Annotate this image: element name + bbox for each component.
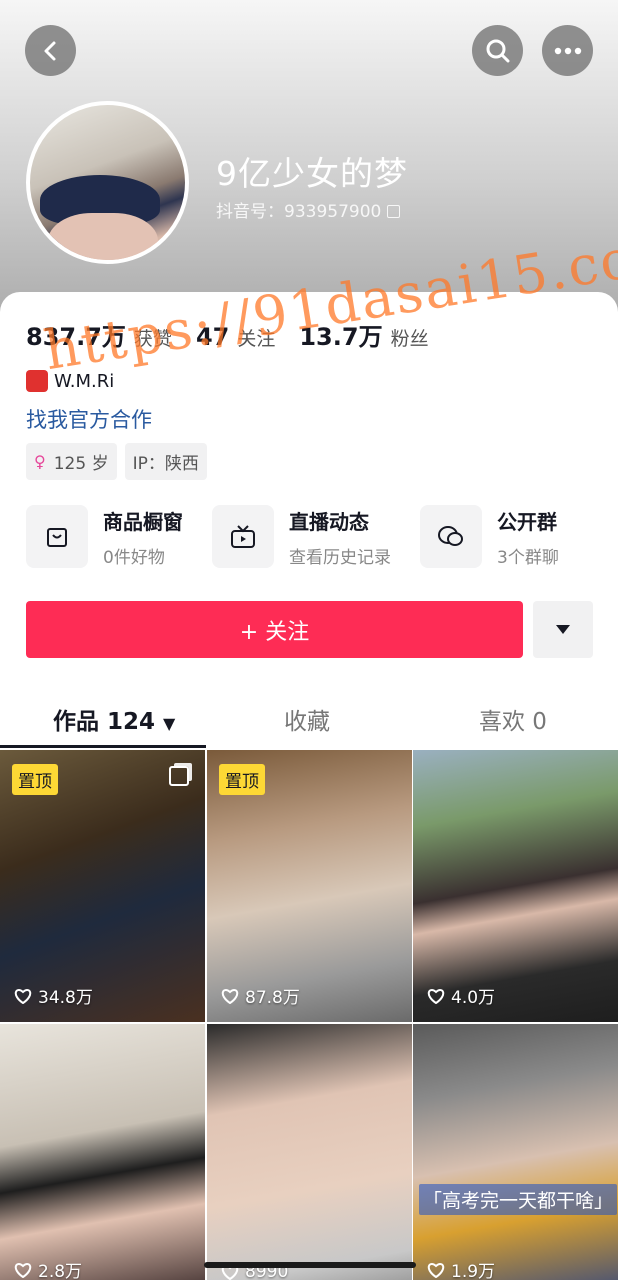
tv-icon xyxy=(212,505,274,568)
recommend-dropdown-button[interactable] xyxy=(533,601,593,658)
video-thumbnail[interactable]: 8990 xyxy=(207,1024,412,1280)
video-thumbnail[interactable]: 「高考完一天都干啥」 1.9万 xyxy=(413,1024,618,1280)
entry-live-title: 直播动态 xyxy=(289,509,369,534)
video-likes: 1.9万 xyxy=(427,1257,495,1280)
tab-favorites[interactable]: 收藏 xyxy=(284,702,330,736)
video-thumbnail[interactable]: 置顶 34.8万 xyxy=(0,750,205,1022)
heart-icon xyxy=(14,988,32,1004)
entry-shop-subtitle: 0件好物 xyxy=(103,547,165,568)
video-likes-count: 2.8万 xyxy=(38,1262,83,1280)
douyin-id[interactable]: 抖音号：933957900 xyxy=(216,197,401,222)
age-tag: ♀ 125 岁 xyxy=(26,443,117,480)
back-arrow-icon xyxy=(44,41,55,60)
copy-icon[interactable] xyxy=(387,205,401,218)
video-likes: 87.8万 xyxy=(221,983,300,1008)
age-text: 125 岁 xyxy=(53,454,109,474)
entry-shop-window[interactable]: 商品橱窗 0件好物 xyxy=(26,505,183,568)
video-likes-count: 34.8万 xyxy=(38,988,93,1008)
ip-tag: IP：陕西 xyxy=(124,443,207,480)
home-indicator[interactable] xyxy=(204,1262,416,1268)
entry-live[interactable]: 直播动态查看历史记录 xyxy=(212,505,391,568)
video-thumbnail[interactable]: 4.0万 xyxy=(413,750,618,1022)
entry-group-title: 公开群 xyxy=(497,509,557,534)
entry-public-group[interactable]: 公开群 3个群聊 xyxy=(420,505,559,568)
heart-icon xyxy=(427,988,445,1004)
entry-group-subtitle: 3个群聊 xyxy=(497,547,559,568)
signature-badge-icon xyxy=(26,370,48,392)
pinned-badge: 置顶 xyxy=(219,764,265,795)
avatar-photo-face xyxy=(48,213,158,260)
video-likes-count: 1.9万 xyxy=(451,1262,496,1280)
multi-image-icon xyxy=(169,766,189,786)
tab-works-label: 作品 124 xyxy=(53,709,156,735)
caret-down-icon: ▼ xyxy=(163,714,176,733)
video-likes-count: 4.0万 xyxy=(451,988,496,1008)
video-likes: 4.0万 xyxy=(427,983,495,1008)
tab-likes[interactable]: 喜欢 0 xyxy=(479,702,547,736)
heart-icon xyxy=(427,1262,445,1278)
video-caption: 「高考完一天都干啥」 xyxy=(419,1184,618,1215)
tab-works[interactable]: 作品 124 ▼ xyxy=(53,702,175,736)
douyin-id-text: 抖音号：933957900 xyxy=(216,202,382,222)
feature-entries: 商品橱窗 0件好物 直播动态查看历史记录 公开群 3个群聊 xyxy=(26,505,588,568)
avatar[interactable] xyxy=(26,101,189,264)
content-tabs: 作品 124 ▼ 收藏 喜欢 0 xyxy=(0,690,618,748)
video-likes: 2.8万 xyxy=(14,1257,82,1280)
followers-label[interactable]: 粉丝 xyxy=(391,324,429,351)
active-tab-indicator xyxy=(0,745,206,748)
more-options-button[interactable] xyxy=(542,25,593,76)
video-likes-count: 87.8万 xyxy=(245,988,300,1008)
more-dots-icon xyxy=(554,47,581,54)
profile-nickname: 9亿少女的梦 xyxy=(216,154,408,193)
video-thumbnail[interactable]: 置顶 87.8万 xyxy=(207,750,412,1022)
female-icon: ♀ xyxy=(34,452,46,471)
back-button[interactable] xyxy=(25,25,76,76)
ip-text: IP：陕西 xyxy=(132,454,199,474)
entry-shop-title: 商品橱窗 xyxy=(103,509,183,534)
video-likes: 34.8万 xyxy=(14,983,93,1008)
heart-icon xyxy=(221,988,239,1004)
search-icon xyxy=(486,39,509,62)
entry-live-subtitle: 查看历史记录 xyxy=(289,547,391,568)
profile-tags: ♀ 125 岁 IP：陕西 xyxy=(26,443,207,480)
chat-group-icon xyxy=(420,505,482,568)
search-button[interactable] xyxy=(472,25,523,76)
shopping-bag-icon xyxy=(26,505,88,568)
heart-icon xyxy=(14,1262,32,1278)
follow-button[interactable]: + 关注 xyxy=(26,601,523,658)
collab-link[interactable]: 找我官方合作 xyxy=(26,404,152,434)
caret-down-icon xyxy=(556,625,570,634)
pinned-badge: 置顶 xyxy=(12,764,58,795)
video-thumbnail[interactable]: 2.8万 xyxy=(0,1024,205,1280)
